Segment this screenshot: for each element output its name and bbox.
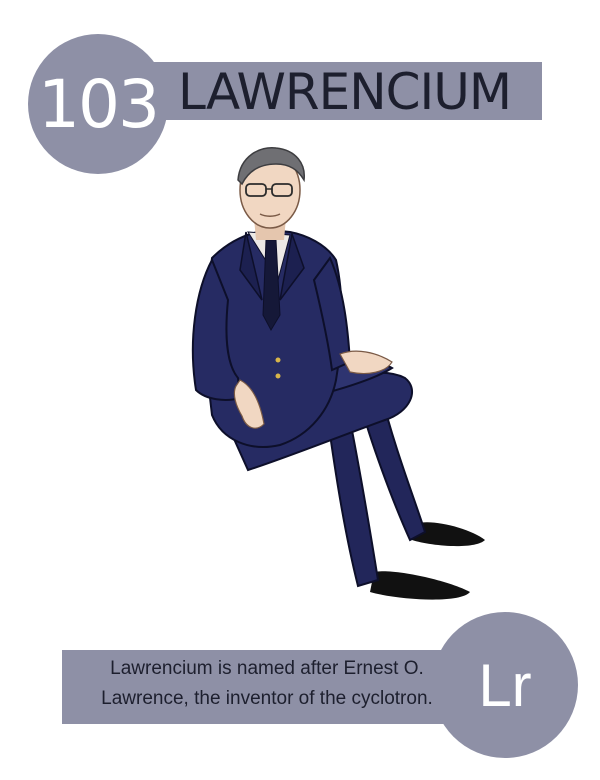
element-name: LAWRENCIUM — [178, 63, 512, 121]
caption-line-2: Lawrence, the inventor of the cyclotron. — [101, 688, 433, 709]
left-shoe — [370, 571, 470, 600]
element-symbol: Lr — [478, 651, 532, 719]
caption: Lawrencium is named after Ernest O. Lawr… — [72, 654, 462, 714]
caption-line-1: Lawrencium is named after Ernest O. — [110, 658, 424, 679]
seated-man-illustration — [191, 147, 485, 600]
